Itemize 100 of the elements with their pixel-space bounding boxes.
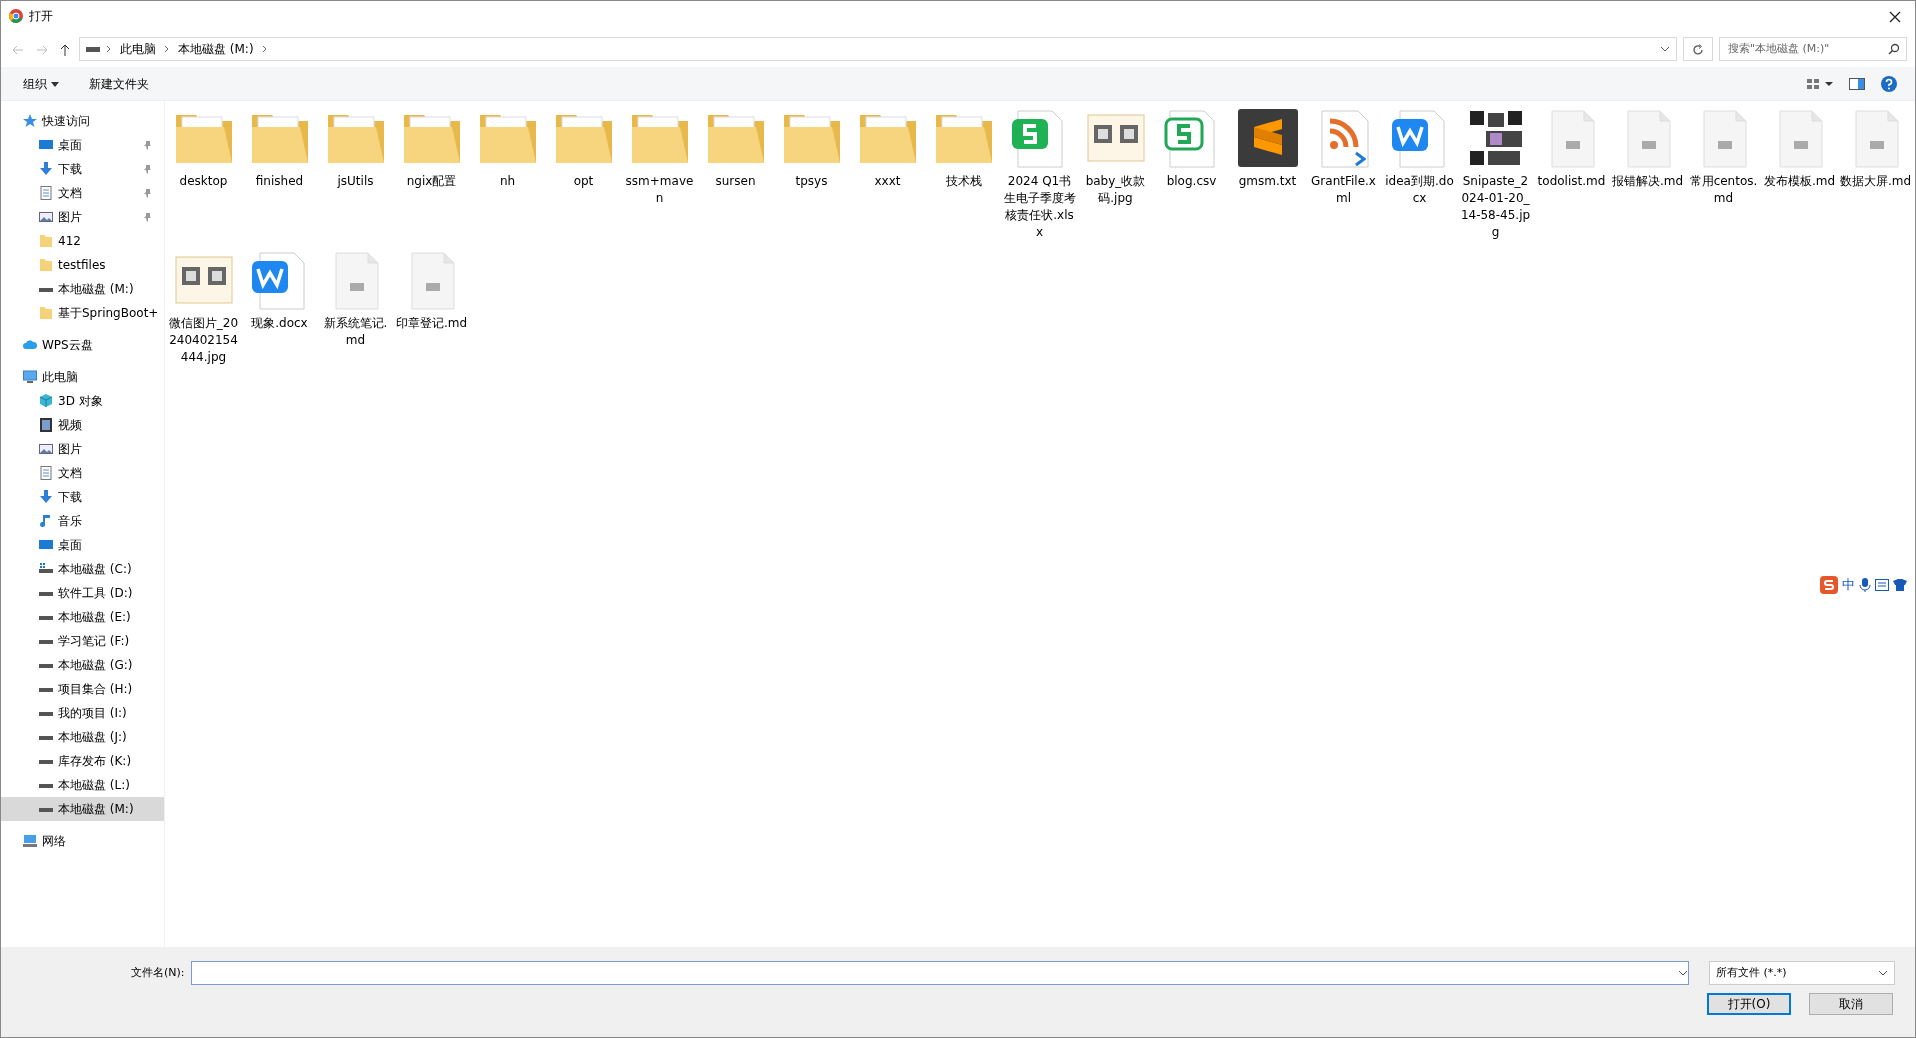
file-type-dropdown[interactable]: 所有文件 (*.*)	[1709, 961, 1895, 985]
file-item[interactable]: jsUtils	[318, 107, 393, 241]
folder-icon	[39, 234, 53, 248]
file-item[interactable]: desktop	[166, 107, 241, 241]
ime-mode-toggle[interactable]: 中	[1842, 575, 1855, 595]
file-item[interactable]: 技术栈	[926, 107, 1001, 241]
sidebar-item[interactable]: 本地磁盘 (J:)	[1, 725, 164, 749]
sidebar-item[interactable]: 412	[1, 229, 164, 253]
browser-icon	[9, 9, 23, 23]
breadcrumb[interactable]: 本地磁盘 (M:)	[176, 40, 256, 58]
new-folder-button[interactable]: 新建文件夹	[84, 72, 153, 95]
sidebar-item[interactable]: 项目集合 (H:)	[1, 677, 164, 701]
ime-logo-icon[interactable]	[1820, 575, 1838, 594]
sidebar-item[interactable]: 本地磁盘 (E:)	[1, 605, 164, 629]
search-field[interactable]: 搜索"本地磁盘 (M:)"	[1719, 37, 1907, 61]
refresh-button[interactable]	[1683, 37, 1713, 61]
sidebar-item[interactable]: 本地磁盘 (L:)	[1, 773, 164, 797]
microphone-icon[interactable]	[1859, 577, 1871, 592]
sidebar-item[interactable]: 视频	[1, 413, 164, 437]
help-icon[interactable]	[1881, 75, 1897, 92]
network-icon	[23, 834, 37, 848]
filename-field[interactable]	[190, 961, 1689, 985]
file-item[interactable]: xxxt	[850, 107, 925, 241]
file-item[interactable]: blog.csv	[1154, 107, 1229, 241]
caret-icon[interactable]	[1878, 970, 1888, 976]
sidebar-item[interactable]: 学习笔记 (F:)	[1, 629, 164, 653]
shirt-icon[interactable]	[1893, 578, 1907, 591]
file-item[interactable]: nh	[470, 107, 545, 241]
file-item[interactable]: opt	[546, 107, 621, 241]
sidebar-item[interactable]: 本地磁盘 (C:)	[1, 557, 164, 581]
view-options-icon[interactable]	[1807, 77, 1833, 90]
file-item[interactable]: Snipaste_2024-01-20_14-58-45.jpg	[1458, 107, 1533, 241]
music-icon	[39, 514, 53, 528]
file-item[interactable]: ngix配置	[394, 107, 469, 241]
file-item[interactable]: gmsm.txt	[1230, 107, 1305, 241]
search-icon	[1888, 43, 1900, 55]
sidebar-item[interactable]: WPS云盘	[1, 333, 164, 357]
sublime-icon	[1235, 107, 1300, 169]
file-item[interactable]: baby_收款码.jpg	[1078, 107, 1153, 241]
sidebar-item[interactable]: 快速访问	[1, 109, 164, 133]
file-item[interactable]: 新系统笔记.md	[318, 249, 393, 366]
desktop-icon	[39, 538, 53, 552]
sidebar-item[interactable]: 本地磁盘 (M:)	[1, 797, 164, 821]
file-item[interactable]: 报错解决.md	[1610, 107, 1685, 241]
sidebar-item[interactable]: 本地磁盘 (M:)	[1, 277, 164, 301]
breadcrumb[interactable]: 此电脑	[118, 40, 158, 58]
close-icon[interactable]	[1889, 11, 1901, 23]
file-item[interactable]: 数据大屏.md	[1838, 107, 1913, 241]
sidebar-item[interactable]: 本地磁盘 (G:)	[1, 653, 164, 677]
sidebar-item[interactable]: 我的项目 (I:)	[1, 701, 164, 725]
sidebar-item[interactable]: 桌面	[1, 533, 164, 557]
keyboard-icon[interactable]	[1875, 578, 1889, 591]
desktop-icon	[39, 138, 53, 152]
sidebar-item[interactable]: 图片	[1, 437, 164, 461]
sidebar-item[interactable]: 下载	[1, 485, 164, 509]
cancel-button[interactable]: 取消	[1809, 993, 1893, 1015]
dropdown-icon[interactable]	[1660, 46, 1670, 52]
open-button[interactable]: 打开(O)	[1707, 993, 1791, 1015]
file-item[interactable]: 现象.docx	[242, 249, 317, 366]
drive-icon	[86, 45, 100, 53]
video-icon	[39, 418, 53, 432]
sidebar-item[interactable]: 软件工具 (D:)	[1, 581, 164, 605]
sidebar-item[interactable]: 网络	[1, 829, 164, 853]
file-item[interactable]: 微信图片_20240402154444.jpg	[166, 249, 241, 366]
chevron-icon[interactable]	[261, 45, 268, 53]
address-bar[interactable]: 此电脑 本地磁盘 (M:)	[79, 37, 1677, 61]
file-item[interactable]: ssm+maven	[622, 107, 697, 241]
file-item[interactable]: sursen	[698, 107, 773, 241]
file-item[interactable]: tpsys	[774, 107, 849, 241]
sidebar-item[interactable]: 库存发布 (K:)	[1, 749, 164, 773]
download-icon	[39, 162, 53, 176]
sidebar-item[interactable]: 下载	[1, 157, 164, 181]
sidebar-item[interactable]: 桌面	[1, 133, 164, 157]
file-item[interactable]: idea到期.docx	[1382, 107, 1457, 241]
file-item[interactable]: 印章登记.md	[394, 249, 469, 366]
sidebar-item[interactable]: testfiles	[1, 253, 164, 277]
file-item[interactable]: GrantFile.xml	[1306, 107, 1381, 241]
sidebar-item[interactable]: 基于SpringBoot+	[1, 301, 164, 325]
file-item[interactable]: finished	[242, 107, 317, 241]
organize-button[interactable]: 组织	[19, 72, 63, 95]
sidebar-item[interactable]: 图片	[1, 205, 164, 229]
dropdown-icon[interactable]	[1678, 970, 1688, 976]
sidebar-item[interactable]: 文档	[1, 461, 164, 485]
sidebar-item[interactable]: 3D 对象	[1, 389, 164, 413]
download-icon	[39, 490, 53, 504]
window-title: 打开	[29, 8, 53, 25]
sidebar-item[interactable]: 此电脑	[1, 365, 164, 389]
caret-icon[interactable]	[50, 81, 59, 87]
file-item[interactable]: 2024 Q1书生电子季度考核责任状.xlsx	[1002, 107, 1077, 241]
doc-icon	[39, 186, 53, 200]
pic-icon	[39, 210, 53, 224]
sidebar-item[interactable]: 文档	[1, 181, 164, 205]
file-item[interactable]: 发布模板.md	[1762, 107, 1837, 241]
file-item[interactable]: 常用centos.md	[1686, 107, 1761, 241]
sidebar-item[interactable]: 音乐	[1, 509, 164, 533]
doc-icon	[39, 466, 53, 480]
file-item[interactable]: todolist.md	[1534, 107, 1609, 241]
refresh-icon[interactable]	[1692, 43, 1704, 56]
preview-pane-icon[interactable]	[1849, 77, 1865, 90]
pic-icon	[39, 442, 53, 456]
